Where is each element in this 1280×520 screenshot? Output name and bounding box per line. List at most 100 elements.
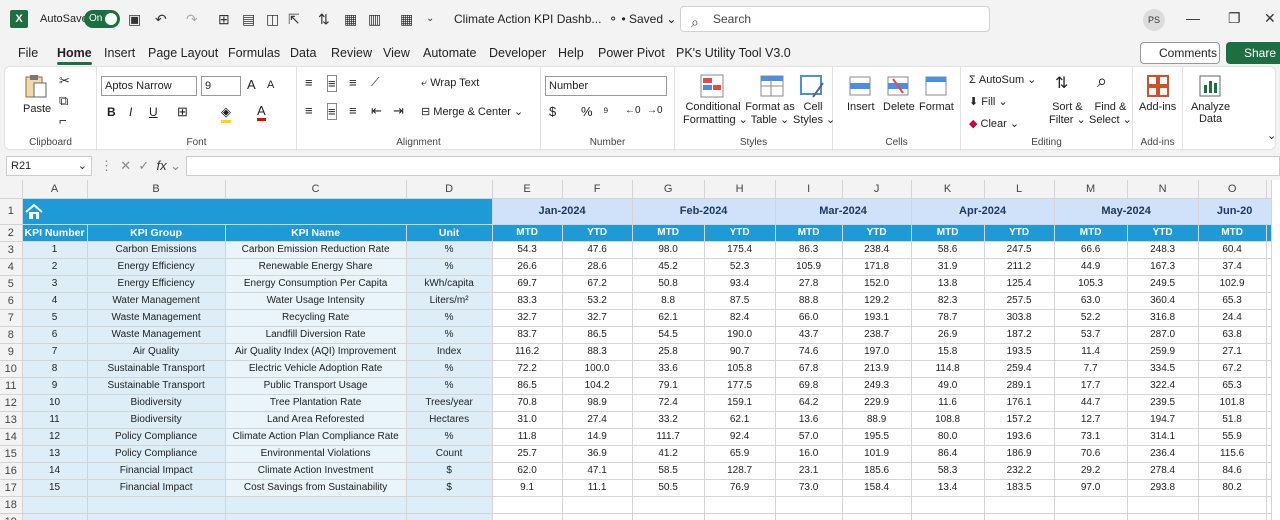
empty-cell[interactable] [704,496,776,514]
value-cell[interactable]: 26.6 [492,258,563,276]
value-cell[interactable]: 13.4 [911,479,985,497]
value-cell[interactable]: 17.7 [1054,377,1128,395]
value-cell[interactable]: 86.4 [911,445,985,463]
value-cell[interactable]: 11.1 [562,479,633,497]
value-cell[interactable]: 108.8 [911,411,985,429]
shrink-font-button[interactable]: A [267,79,274,91]
value-cell[interactable]: 25.7 [492,445,563,463]
tab-utility-tool[interactable]: PK's Utility Tool V3.0 [676,46,791,60]
tab-view[interactable]: View [383,46,410,60]
cell-styles-icon[interactable] [799,73,825,99]
value-cell[interactable]: 88.9 [842,411,912,429]
kpi-number-cell[interactable]: 14 [22,462,88,480]
font-name-select[interactable]: Aptos Narrow [101,76,197,96]
column-header-n[interactable]: N [1127,180,1199,199]
fill-button[interactable]: ⬇ Fill ⌄ [969,95,1008,108]
copy-icon[interactable]: ⧉ [59,93,68,109]
underline-button[interactable]: U [149,105,158,119]
value-cell[interactable]: 80.2 [1198,479,1267,497]
restore-icon[interactable]: ❐ [1228,10,1241,27]
value-cell[interactable]: 100.0 [562,360,633,378]
unit-cell[interactable]: % [406,258,493,276]
value-cell[interactable]: 32.7 [562,309,633,327]
value-cell[interactable]: 314.1 [1127,428,1199,446]
value-cell[interactable]: 31.9 [911,258,985,276]
value-cell[interactable]: 177.5 [704,377,776,395]
empty-cell[interactable] [1054,513,1128,520]
value-cell[interactable]: 236.4 [1127,445,1199,463]
value-cell[interactable]: 63.8 [1198,326,1267,344]
home-icon[interactable] [24,203,43,220]
unit-cell[interactable]: % [406,428,493,446]
value-cell[interactable]: 105.3 [1054,275,1128,293]
value-cell[interactable] [1266,428,1272,446]
value-cell[interactable]: 92.4 [704,428,776,446]
value-cell[interactable]: 27.8 [775,275,843,293]
value-cell[interactable]: 82.4 [704,309,776,327]
value-cell[interactable] [1266,360,1272,378]
kpi-name-cell[interactable]: Electric Vehicle Adoption Rate [225,360,407,378]
image-icon[interactable]: ▤ [242,10,255,28]
value-cell[interactable]: 67.2 [1198,360,1267,378]
align-top-icon[interactable]: ≡ [305,75,313,90]
empty-cell[interactable] [1054,496,1128,514]
kpi-number-cell[interactable]: 2 [22,258,88,276]
value-cell[interactable]: 183.5 [984,479,1055,497]
value-cell[interactable]: 32.7 [492,309,563,327]
autosave-toggle[interactable]: On [84,10,120,28]
value-cell[interactable]: 128.7 [704,462,776,480]
unit-cell[interactable]: Index [406,343,493,361]
select-all-corner[interactable] [0,180,23,199]
kpi-group-cell[interactable]: Policy Compliance [87,445,226,463]
kpi-group-cell[interactable]: Biodiversity [87,394,226,412]
value-cell[interactable]: 249.5 [1127,275,1199,293]
value-cell[interactable]: 249.3 [842,377,912,395]
value-cell[interactable]: 83.7 [492,326,563,344]
addins-icon[interactable] [1145,73,1171,99]
chart-icon[interactable]: ◫ [266,10,279,28]
value-cell[interactable]: 54.5 [632,326,705,344]
value-cell[interactable]: 159.1 [704,394,776,412]
value-cell[interactable]: 232.2 [984,462,1055,480]
value-cell[interactable]: 73.0 [775,479,843,497]
column-header-b[interactable]: B [87,180,226,199]
value-cell[interactable]: 44.7 [1054,394,1128,412]
column-header-e[interactable]: E [492,180,563,199]
kpi-name-cell[interactable]: Climate Action Plan Compliance Rate [225,428,407,446]
value-cell[interactable]: 65.3 [1198,377,1267,395]
tab-formulas[interactable]: Formulas [228,46,280,60]
value-cell[interactable]: 66.6 [1054,241,1128,259]
unit-cell[interactable]: $ [406,462,493,480]
document-title[interactable]: Climate Action KPI Dashb... ⚬ • Saved ⌄ [454,12,676,26]
value-cell[interactable]: 62.1 [632,309,705,327]
delete-button[interactable]: Delete [883,101,915,113]
value-cell[interactable]: 57.0 [775,428,843,446]
value-cell[interactable]: 65.3 [1198,292,1267,310]
value-cell[interactable] [1266,394,1272,412]
row-header[interactable]: 1 [0,198,23,225]
empty-cell[interactable] [406,496,493,514]
orientation-icon[interactable]: ⟋ [371,75,379,90]
empty-cell[interactable] [406,513,493,520]
value-cell[interactable]: 185.6 [842,462,912,480]
kpi-number-cell[interactable]: 15 [22,479,88,497]
row-header[interactable]: 13 [0,411,23,429]
row-header[interactable]: 7 [0,309,23,327]
undo-icon[interactable]: ↶ [155,10,167,28]
value-cell[interactable]: 86.3 [775,241,843,259]
column-header-h[interactable]: H [704,180,776,199]
kpi-group-cell[interactable]: Policy Compliance [87,428,226,446]
unit-cell[interactable]: Trees/year [406,394,493,412]
unit-cell[interactable]: % [406,377,493,395]
value-cell[interactable]: 125.4 [984,275,1055,293]
worksheet-grid[interactable]: ABCDEFGHIJKLMNO 1 Jan-2024 Feb-2024 Mar-202… [0,180,1280,520]
value-cell[interactable]: 11.6 [911,394,985,412]
value-cell[interactable]: 72.2 [492,360,563,378]
comments-button[interactable]: Comments [1140,42,1220,64]
wrap-text-button[interactable]: ⤶ Wrap Text [421,77,479,90]
format-as-table-icon[interactable] [759,73,785,99]
empty-cell[interactable] [225,513,407,520]
value-cell[interactable]: 239.5 [1127,394,1199,412]
column-header-i[interactable]: I [775,180,843,199]
value-cell[interactable]: 47.6 [562,241,633,259]
